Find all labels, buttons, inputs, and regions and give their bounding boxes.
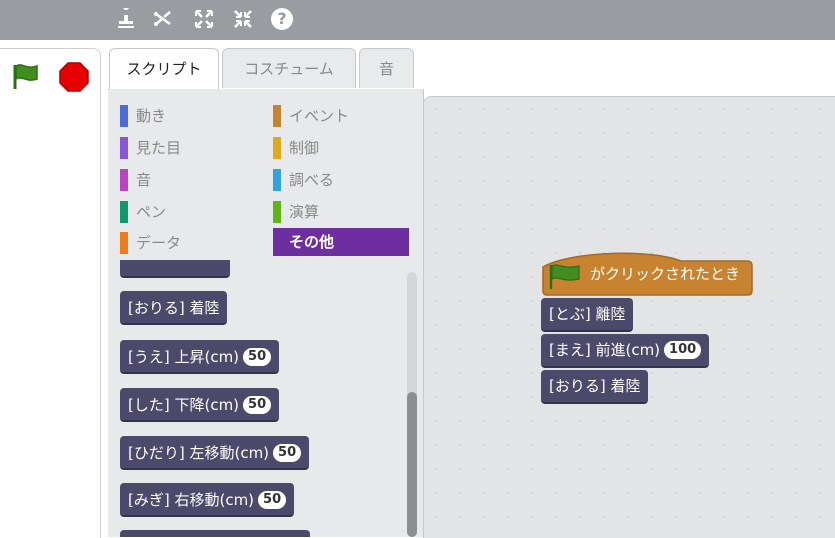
palette-block-up[interactable]: [うえ] 上昇(cm) 50 [120,340,280,374]
delete-icon[interactable] [152,8,174,34]
category-looks[interactable]: 見た目 [120,135,256,161]
category-color-swatch [120,169,128,191]
palette-block-down[interactable]: [した] 下降(cm) 50 [120,388,280,422]
category-color-swatch [273,137,281,159]
number-input[interactable]: 50 [258,490,287,509]
palette-block-right[interactable]: [みぎ] 右移動(cm) 50 [120,483,295,517]
category-operators[interactable]: 演算 [273,199,409,225]
category-events[interactable]: イベント [273,103,409,129]
script-block-land[interactable]: [おりる] 着陸 [541,370,649,404]
script-block-forward[interactable]: [まえ] 前進(cm) 100 [541,334,710,368]
help-icon[interactable]: ? [271,8,293,30]
tab-scripts[interactable]: スクリプト [109,48,219,90]
stage-panel [0,48,101,538]
number-input[interactable]: 50 [243,347,272,366]
category-control[interactable]: 制御 [273,135,409,161]
category-color-swatch [273,105,281,127]
category-sensing[interactable]: 調べる [273,167,409,193]
green-flag-button[interactable] [12,62,40,90]
palette-scrollbar-thumb[interactable] [407,392,417,537]
category-pen[interactable]: ペン [120,199,256,225]
category-data[interactable]: データ [120,230,256,256]
stop-sign-icon [59,62,89,92]
number-input[interactable]: 50 [243,395,272,414]
category-color-swatch [273,201,281,223]
category-color-swatch [120,105,128,127]
palette-blocks-list: [おりる] 着陸 [うえ] 上昇(cm) 50 [した] 下降(cm) 50 [ひだ… [108,260,422,537]
script-block-takeoff[interactable]: [とぶ] 離陸 [541,298,634,332]
tab-costumes[interactable]: コスチューム [222,48,356,88]
palette-block-left[interactable]: [ひだり] 左移動(cm) 50 [120,436,310,470]
palette-block-land[interactable]: [おりる] 着陸 [120,291,228,325]
grow-icon[interactable] [193,8,215,34]
category-color-swatch [120,201,128,223]
top-toolbar: ? [0,0,835,40]
category-color-swatch [120,232,128,254]
palette-block-partial[interactable] [120,260,230,278]
shrink-icon[interactable] [232,8,254,34]
green-flag-icon [13,64,38,89]
hat-block-label: がクリックされたとき [590,265,741,283]
category-motion[interactable]: 動き [120,103,256,129]
category-selector: 動き 見た目 音 ペン データ イベント 制御 調べる 演算 その他 [108,90,422,261]
category-color-swatch [273,169,281,191]
number-input[interactable]: 50 [273,443,302,462]
duplicate-icon[interactable] [115,4,137,34]
tab-sounds[interactable]: 音 [359,48,414,88]
category-color-swatch [120,137,128,159]
stop-button[interactable] [59,62,89,92]
category-sound[interactable]: 音 [120,167,256,193]
category-more-blocks[interactable]: その他 [273,228,409,256]
palette-block-partial[interactable] [120,530,310,537]
number-input[interactable]: 100 [664,340,702,359]
